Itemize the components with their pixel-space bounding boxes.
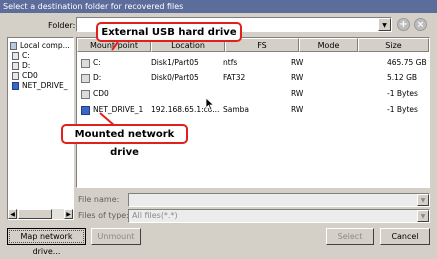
file-name-combobox[interactable]: ▼ — [128, 193, 430, 207]
file-type-combobox[interactable]: All files(*.*) ▼ — [128, 209, 430, 223]
usb-callout-pointer — [111, 41, 119, 51]
file-name-label: File name: — [78, 195, 120, 204]
map-network-drive-button[interactable]: Map network drive... — [7, 228, 86, 256]
file-type-label: Files of type: — [78, 211, 129, 220]
chevron-down-icon[interactable]: ▼ — [417, 210, 429, 222]
cancel-button[interactable]: Cancel — [380, 228, 430, 245]
unmount-button[interactable]: Unmount — [91, 228, 141, 245]
chevron-down-icon[interactable]: ▼ — [417, 194, 429, 206]
file-type-value: All files(*.*) — [132, 211, 178, 220]
usb-callout: External USB hard drive — [96, 22, 242, 42]
usb-callout-text: External USB hard drive — [101, 27, 237, 38]
network-callout: Mounted network drive — [61, 124, 188, 158]
select-button[interactable]: Select — [326, 228, 374, 245]
